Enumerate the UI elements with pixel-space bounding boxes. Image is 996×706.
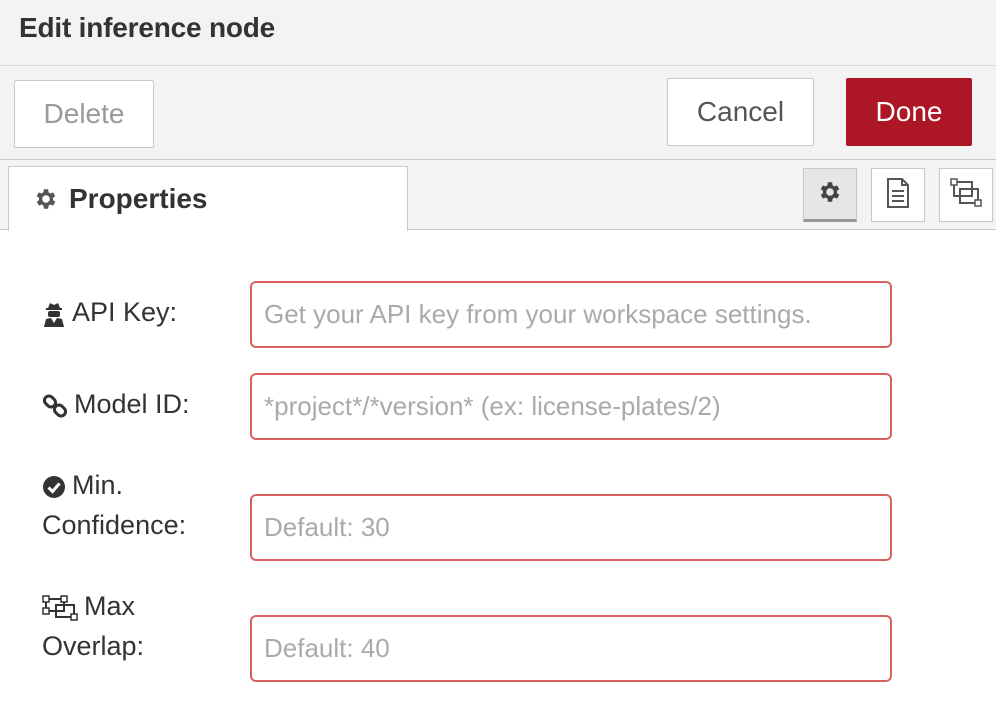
max-overlap-label-line2: Overlap: <box>42 631 145 661</box>
cancel-button[interactable]: Cancel <box>667 78 814 146</box>
api-key-label-text: API Key: <box>72 297 178 327</box>
gear-icon <box>817 179 843 210</box>
max-overlap-label: Max Overlap: <box>42 586 144 666</box>
dialog-toolbar: Delete Cancel Done <box>0 66 996 160</box>
appearance-icon <box>950 177 982 213</box>
done-button[interactable]: Done <box>846 78 972 146</box>
dialog-title: Edit inference node <box>19 12 276 43</box>
node-appearance-button[interactable] <box>939 168 993 222</box>
document-icon <box>885 177 911 213</box>
model-id-label: Model ID: <box>42 384 190 424</box>
min-confidence-input[interactable] <box>250 494 892 561</box>
model-id-input[interactable] <box>250 373 892 440</box>
node-settings-button[interactable] <box>803 168 857 222</box>
object-ungroup-icon <box>42 595 78 621</box>
min-confidence-label-line2: Confidence: <box>42 510 187 540</box>
min-confidence-label-line1: Min. <box>72 470 124 500</box>
node-description-button[interactable] <box>871 168 925 222</box>
delete-button[interactable]: Delete <box>14 80 154 148</box>
user-secret-icon <box>42 301 66 327</box>
api-key-input[interactable] <box>250 281 892 348</box>
max-overlap-input[interactable] <box>250 615 892 682</box>
tab-properties[interactable]: Properties <box>8 166 408 231</box>
gear-icon <box>33 186 59 212</box>
check-circle-icon <box>42 475 66 499</box>
max-overlap-label-line1: Max <box>84 591 136 621</box>
properties-form: API Key: Model ID: Min. Confidence: <box>0 231 996 706</box>
tab-bar: Properties <box>0 160 996 231</box>
api-key-label: API Key: <box>42 292 177 332</box>
model-id-label-text: Model ID: <box>74 389 190 419</box>
tab-properties-label: Properties <box>69 183 208 214</box>
min-confidence-label: Min. Confidence: <box>42 465 186 545</box>
dialog-header: Edit inference node <box>0 0 996 66</box>
link-icon <box>42 393 68 419</box>
